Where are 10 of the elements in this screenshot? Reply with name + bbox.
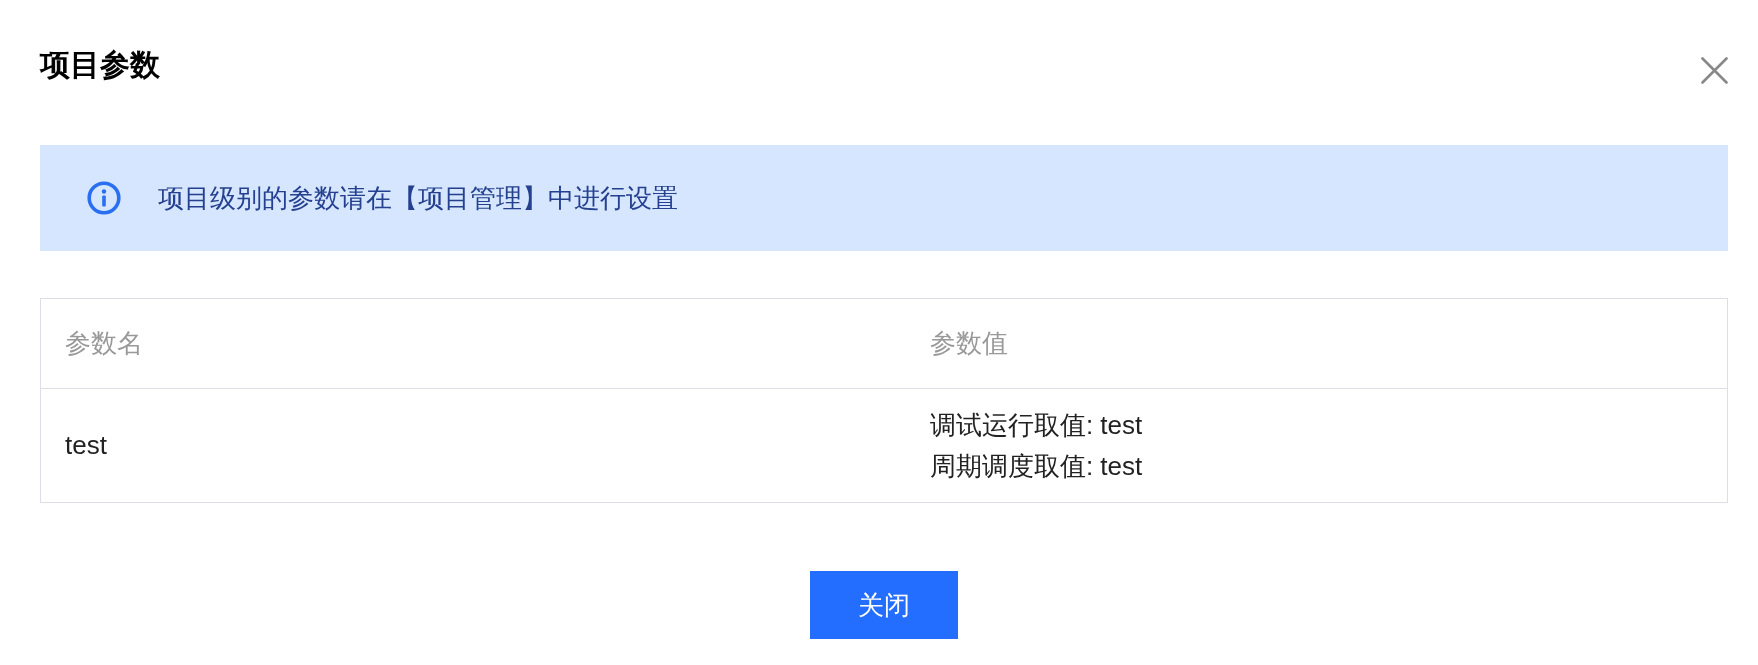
info-message: 项目级别的参数请在【项目管理】中进行设置 [158,182,678,214]
param-name-cell: test [40,388,906,503]
column-header: 参数名 [40,298,906,389]
column-header: 参数值 [905,298,1728,389]
param-value-text: 调试运行取值: test [929,408,1144,442]
close-icon[interactable] [1701,57,1728,84]
close-button[interactable]: 关闭 [810,571,958,639]
param-value-text: 周期调度取值: test [929,449,1144,483]
dialog-title: 项目参数 [40,47,160,83]
info-icon [87,181,121,215]
